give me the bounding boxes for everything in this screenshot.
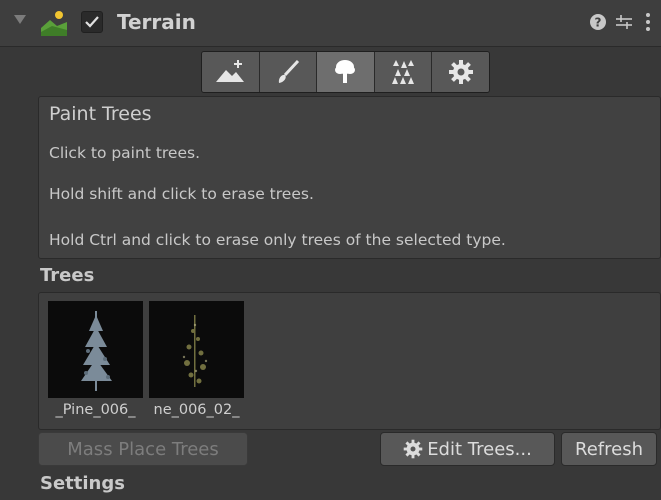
help-line-shift: Hold shift and click to erase trees.	[49, 185, 314, 203]
raise-lower-terrain-button[interactable]	[202, 52, 260, 92]
tree-thumbnail	[48, 301, 143, 398]
help-title: Paint Trees	[49, 103, 152, 125]
tree-item[interactable]: _Pine_006_	[48, 301, 143, 418]
edit-trees-label: Edit Trees...	[427, 438, 532, 460]
help-line-click: Click to paint trees.	[49, 144, 201, 162]
component-header: Terrain ?	[0, 0, 661, 47]
checkmark-icon	[85, 16, 99, 28]
mass-place-trees-button[interactable]: Mass Place Trees	[38, 432, 248, 466]
terrain-icon	[40, 9, 68, 37]
presets-icon[interactable]	[612, 10, 636, 34]
paint-details-icon	[392, 60, 415, 84]
paint-trees-button[interactable]	[317, 52, 375, 92]
tree-caption: _Pine_006_	[55, 402, 136, 418]
terrain-settings-icon	[448, 60, 473, 84]
paint-trees-help-box: Paint Trees Click to paint trees. Hold s…	[38, 96, 661, 259]
raise-lower-terrain-icon	[216, 60, 245, 82]
tree-item[interactable]: ne_006_02_	[149, 301, 244, 418]
paint-brush-icon	[278, 59, 299, 83]
foldout-arrow-icon[interactable]	[14, 15, 26, 24]
settings-label: Settings	[40, 473, 125, 494]
refresh-button[interactable]: Refresh	[561, 432, 657, 466]
component-title: Terrain	[117, 10, 196, 34]
terrain-settings-button[interactable]	[432, 52, 489, 92]
terrain-tool-bar	[201, 51, 490, 93]
help-icon[interactable]: ?	[586, 10, 610, 34]
svg-text:?: ?	[595, 16, 602, 30]
trees-list: _Pine_006_ ne_006_02_	[38, 292, 661, 430]
enabled-checkbox[interactable]	[81, 11, 103, 33]
paint-texture-button[interactable]	[259, 52, 318, 92]
paint-details-button[interactable]	[374, 52, 433, 92]
paint-trees-icon	[335, 60, 356, 83]
edit-trees-button[interactable]: Edit Trees...	[380, 432, 555, 466]
kebab-menu-icon[interactable]	[636, 10, 660, 34]
tree-thumbnail	[149, 301, 244, 398]
trees-label: Trees	[40, 265, 95, 286]
help-line-ctrl: Hold Ctrl and click to erase only trees …	[49, 231, 506, 249]
gear-icon	[403, 439, 423, 459]
tree-caption: ne_006_02_	[153, 402, 240, 418]
